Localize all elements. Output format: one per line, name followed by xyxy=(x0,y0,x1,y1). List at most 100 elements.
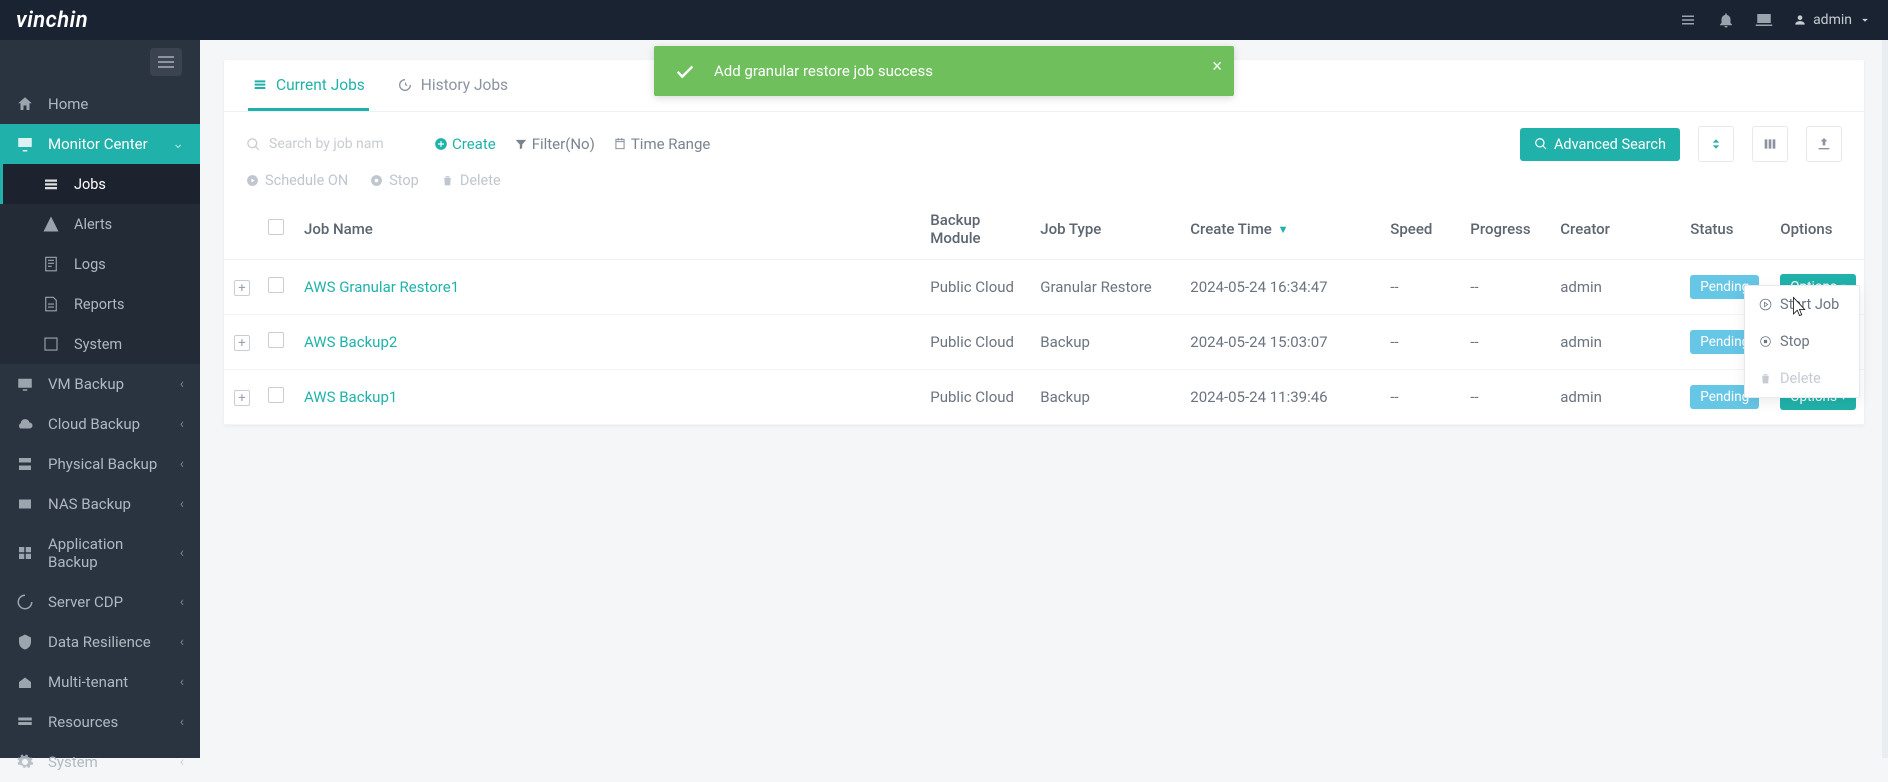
monitor-icon xyxy=(16,135,34,153)
column-toggle-button[interactable] xyxy=(1752,126,1788,162)
cell-type: Backup xyxy=(1032,315,1182,370)
sidebar-item-cloud-backup[interactable]: Cloud Backup ‹ xyxy=(0,404,200,444)
user-menu[interactable]: admin xyxy=(1793,12,1872,28)
col-backup-module[interactable]: Backup Module xyxy=(922,199,1032,260)
sidebar-item-physical-backup[interactable]: Physical Backup ‹ xyxy=(0,444,200,484)
export-button[interactable] xyxy=(1806,126,1842,162)
sub-toolbar: Schedule ON Stop Delete xyxy=(224,172,1864,199)
sidebar-item-home[interactable]: Home xyxy=(0,84,200,124)
time-range-button[interactable]: Time Range xyxy=(613,135,711,153)
col-job-name[interactable]: Job Name xyxy=(296,199,922,260)
col-creator[interactable]: Creator xyxy=(1552,199,1682,260)
tool-link-label: Time Range xyxy=(631,135,711,153)
stop-button[interactable]: Stop xyxy=(370,172,419,189)
row-checkbox[interactable] xyxy=(268,332,284,348)
job-name-link[interactable]: AWS Backup2 xyxy=(304,333,397,351)
sidebar-item-monitor-center[interactable]: Monitor Center ⌄ xyxy=(0,124,200,164)
chevron-left-icon: ‹ xyxy=(180,674,184,690)
bell-icon[interactable] xyxy=(1717,11,1735,29)
sidebar-subitem-alerts[interactable]: Alerts xyxy=(0,204,200,244)
job-name-link[interactable]: AWS Backup1 xyxy=(304,388,397,406)
sidebar-subitem-jobs[interactable]: Jobs xyxy=(0,164,200,204)
app-icon xyxy=(16,544,34,562)
cell-creator: admin xyxy=(1552,370,1682,425)
row-checkbox[interactable] xyxy=(268,277,284,293)
job-name-link[interactable]: AWS Granular Restore1 xyxy=(304,278,459,296)
select-all-checkbox[interactable] xyxy=(268,219,284,235)
calendar-icon xyxy=(613,137,627,151)
sidebar-subitem-reports[interactable]: Reports xyxy=(0,284,200,324)
col-create-time[interactable]: Create Time xyxy=(1182,199,1382,260)
sidebar-item-application-backup[interactable]: Application Backup ‹ xyxy=(0,524,200,582)
sidebar-item-resources[interactable]: Resources ‹ xyxy=(0,702,200,742)
chevron-left-icon: ‹ xyxy=(180,714,184,730)
topbar-right: admin xyxy=(1679,11,1872,29)
sidebar-item-system[interactable]: System ‹ xyxy=(0,742,200,782)
chevron-down-icon: ⌄ xyxy=(172,136,184,152)
sidebar-collapse-toggle[interactable] xyxy=(0,40,200,84)
tab-label: Current Jobs xyxy=(276,76,365,94)
toast-close-button[interactable]: × xyxy=(1212,56,1222,77)
tool-link-label: Create xyxy=(452,135,496,153)
jobs-table: Job Name Backup Module Job Type Create T… xyxy=(224,199,1864,425)
tab-current-jobs[interactable]: Current Jobs xyxy=(248,60,369,111)
advanced-search-button[interactable]: Advanced Search xyxy=(1520,128,1680,161)
sidebar-item-label: Monitor Center xyxy=(48,135,158,153)
sidebar-item-vm-backup[interactable]: VM Backup ‹ xyxy=(0,364,200,404)
chevron-left-icon: ‹ xyxy=(180,456,184,472)
delete-button[interactable]: Delete xyxy=(441,172,501,189)
user-icon xyxy=(1793,13,1807,27)
row-checkbox[interactable] xyxy=(268,387,284,403)
user-name: admin xyxy=(1813,12,1852,28)
cell-progress: -- xyxy=(1462,260,1552,315)
sort-indicator-icon xyxy=(1278,226,1289,234)
chevron-down-icon xyxy=(1858,13,1872,27)
cell-module: Public Cloud xyxy=(922,260,1032,315)
sidebar-item-multi-tenant[interactable]: Multi-tenant ‹ xyxy=(0,662,200,702)
sidebar-subitem-logs[interactable]: Logs xyxy=(0,244,200,284)
tool-link-label: Stop xyxy=(389,172,419,189)
chevron-left-icon: ‹ xyxy=(180,754,184,770)
sidebar-item-label: NAS Backup xyxy=(48,495,166,513)
sidebar-item-data-resilience[interactable]: Data Resilience ‹ xyxy=(0,622,200,662)
schedule-on-button[interactable]: Schedule ON xyxy=(246,172,348,189)
jobs-icon xyxy=(42,175,60,193)
scrollbar[interactable] xyxy=(1882,40,1888,758)
server-icon xyxy=(16,455,34,473)
table-row: + AWS Backup1 Public Cloud Backup 2024-0… xyxy=(224,370,1864,425)
tab-label: History Jobs xyxy=(421,76,508,94)
sidebar-item-label: Alerts xyxy=(74,216,184,233)
hamburger-icon xyxy=(158,61,174,63)
search-input[interactable] xyxy=(269,136,399,152)
dropdown-item-start-job[interactable]: Start Job xyxy=(1745,286,1859,323)
sidebar-item-label: Reports xyxy=(74,296,184,313)
create-button[interactable]: Create xyxy=(434,135,496,153)
filter-button[interactable]: Filter(No) xyxy=(514,135,595,153)
col-speed[interactable]: Speed xyxy=(1382,199,1462,260)
screen-icon[interactable] xyxy=(1755,11,1773,29)
dropdown-item-label: Stop xyxy=(1780,333,1810,350)
chevron-left-icon: ‹ xyxy=(180,496,184,512)
list-icon[interactable] xyxy=(1679,11,1697,29)
play-circle-icon xyxy=(246,174,259,187)
dropdown-item-stop[interactable]: Stop xyxy=(1745,323,1859,360)
expand-row-button[interactable]: + xyxy=(234,335,250,351)
search-icon xyxy=(246,137,261,152)
col-job-type[interactable]: Job Type xyxy=(1032,199,1182,260)
home-icon xyxy=(16,95,34,113)
col-progress[interactable]: Progress xyxy=(1462,199,1552,260)
topbar: vinchin admin xyxy=(0,0,1888,40)
sidebar-item-label: VM Backup xyxy=(48,375,166,393)
sidebar-item-server-cdp[interactable]: Server CDP ‹ xyxy=(0,582,200,622)
expand-row-button[interactable]: + xyxy=(234,390,250,406)
expand-all-button[interactable] xyxy=(1698,126,1734,162)
trash-icon xyxy=(441,174,454,187)
expand-row-button[interactable]: + xyxy=(234,280,250,296)
cell-type: Granular Restore xyxy=(1032,260,1182,315)
tab-history-jobs[interactable]: History Jobs xyxy=(393,60,512,111)
col-status[interactable]: Status xyxy=(1682,199,1772,260)
dropdown-item-label: Delete xyxy=(1780,370,1821,387)
sidebar-subitem-system[interactable]: System xyxy=(0,324,200,364)
sidebar-item-nas-backup[interactable]: NAS Backup ‹ xyxy=(0,484,200,524)
cell-module: Public Cloud xyxy=(922,315,1032,370)
